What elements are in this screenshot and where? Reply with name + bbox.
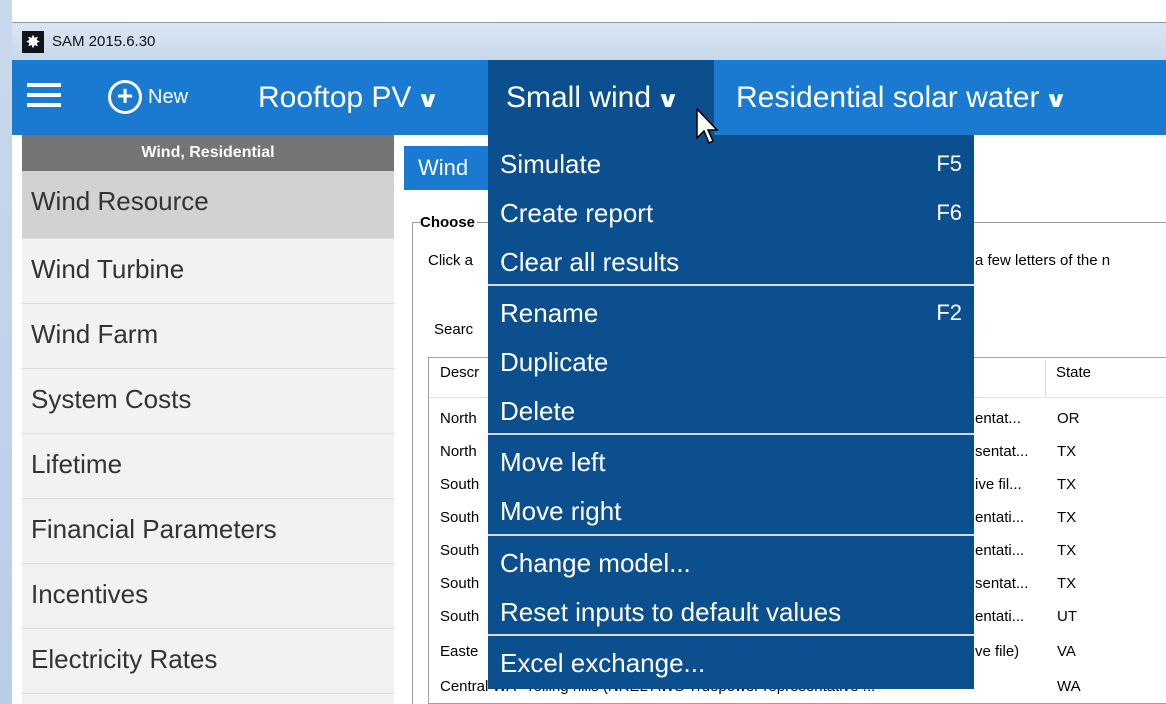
- menu-item-change-model[interactable]: Change model...: [500, 539, 962, 587]
- menu-separator: [488, 433, 974, 435]
- menu-item-label: Clear all results: [500, 247, 680, 277]
- menu-item-duplicate[interactable]: Duplicate: [500, 338, 962, 386]
- menu-item-create-report[interactable]: Create report F6: [500, 189, 962, 237]
- new-case-button[interactable]: + New: [108, 80, 188, 114]
- row-state: TX: [1057, 443, 1077, 460]
- row-state: TX: [1057, 476, 1077, 493]
- tab-residential-solar-water-label: Residential solar water: [736, 81, 1040, 114]
- row-description: North: [440, 443, 477, 460]
- tab-wind-resource-page[interactable]: Wind: [404, 146, 494, 190]
- group-title: Choose: [420, 214, 478, 231]
- row-description: Easte: [440, 643, 479, 660]
- menu-item-move-left[interactable]: Move left: [500, 438, 962, 486]
- plus-circle-icon: +: [108, 80, 142, 114]
- hamburger-menu-icon[interactable]: [27, 83, 61, 111]
- sidebar-item-system-costs[interactable]: System Costs: [22, 369, 394, 434]
- menu-item-excel-exchange[interactable]: Excel exchange...: [500, 639, 962, 687]
- row-description: South: [440, 608, 480, 625]
- sidebar-item-wind-resource[interactable]: Wind Resource: [22, 171, 394, 239]
- tab-rooftop-pv-label: Rooftop PV: [258, 81, 412, 114]
- menu-item-label: Move left: [500, 447, 606, 477]
- menu-shortcut: F2: [936, 300, 962, 325]
- mouse-cursor-icon: [696, 108, 719, 145]
- menu-item-label: Reset inputs to default values: [500, 597, 842, 627]
- row-description-tail: entat...: [975, 410, 1021, 427]
- menu-separator: [488, 634, 974, 636]
- title-bar: [12, 22, 1166, 60]
- row-description-tail: ive fil...: [975, 476, 1022, 493]
- menu-separator: [488, 284, 974, 286]
- row-description-tail: entati...: [975, 509, 1025, 526]
- new-case-label: New: [148, 85, 189, 108]
- menu-item-delete[interactable]: Delete: [500, 387, 962, 435]
- instruction-text: Click a: [428, 252, 474, 269]
- sidebar-item-lifetime[interactable]: Lifetime: [22, 434, 394, 499]
- menu-item-label: Rename: [500, 298, 599, 328]
- window-title: SAM 2015.6.30: [52, 33, 156, 50]
- menu-item-rename[interactable]: Rename F2: [500, 289, 962, 337]
- tab-rooftop-pv[interactable]: Rooftop PV ∨: [258, 60, 440, 135]
- sidebar-header: Wind, Residential: [22, 135, 394, 171]
- row-state: OR: [1057, 410, 1080, 427]
- row-description-tail: sentat...: [975, 575, 1029, 592]
- chevron-down-icon: ∨: [656, 87, 680, 112]
- row-description: South: [440, 542, 480, 559]
- menu-shortcut: F5: [936, 151, 962, 176]
- column-header-description[interactable]: Descr: [440, 364, 479, 381]
- menu-item-reset-inputs[interactable]: Reset inputs to default values: [500, 588, 962, 636]
- row-state: UT: [1057, 608, 1077, 625]
- tab-small-wind-label: Small wind: [506, 81, 652, 114]
- row-description-tail: ve file): [975, 643, 1020, 660]
- window-frame-left: [0, 0, 12, 704]
- menu-item-label: Simulate: [500, 149, 602, 179]
- sidebar-item-incentives[interactable]: Incentives: [22, 564, 394, 629]
- sidebar-item-wind-turbine[interactable]: Wind Turbine: [22, 239, 394, 304]
- menu-item-label: Delete: [500, 396, 576, 426]
- column-header-state[interactable]: State: [1056, 364, 1091, 381]
- menu-item-move-right[interactable]: Move right: [500, 487, 962, 535]
- row-description: North: [440, 410, 477, 427]
- instruction-text-right: a few letters of the n: [975, 252, 1111, 269]
- row-description-tail: sentat...: [975, 443, 1029, 460]
- row-description: South: [440, 476, 480, 493]
- column-divider: [1045, 360, 1046, 398]
- menu-separator: [488, 534, 974, 536]
- menu-item-simulate[interactable]: Simulate F5: [500, 140, 962, 188]
- row-state: TX: [1057, 509, 1077, 526]
- menu-item-label: Excel exchange...: [500, 648, 706, 678]
- menu-shortcut: F6: [936, 200, 962, 225]
- tab-small-wind[interactable]: Small wind ∨: [488, 60, 714, 135]
- search-label: Searc: [434, 321, 474, 338]
- menu-item-label: Change model...: [500, 548, 691, 578]
- sidebar-item-electricity-rates[interactable]: Electricity Rates: [22, 629, 394, 694]
- row-state: TX: [1057, 542, 1077, 559]
- row-description-tail: entati...: [975, 608, 1025, 625]
- row-description: South: [440, 575, 480, 592]
- chevron-down-icon: ∨: [416, 87, 440, 112]
- tab-residential-solar-water[interactable]: Residential solar water ∨: [736, 60, 1069, 135]
- row-state: WA: [1057, 678, 1081, 695]
- row-state: TX: [1057, 575, 1077, 592]
- sun-icon: ✸: [22, 31, 44, 53]
- menu-item-label: Create report: [500, 198, 654, 228]
- sidebar-item-financial-parameters[interactable]: Financial Parameters: [22, 499, 394, 564]
- menu-item-clear-all-results[interactable]: Clear all results: [500, 238, 962, 286]
- row-description: South: [440, 509, 480, 526]
- sidebar-item-wind-farm[interactable]: Wind Farm: [22, 304, 394, 369]
- row-state: VA: [1057, 643, 1076, 660]
- menu-item-label: Move right: [500, 496, 622, 526]
- sidebar: Wind, Residential Wind Resource Wind Tur…: [22, 135, 394, 704]
- chevron-down-icon: ∨: [1044, 87, 1069, 112]
- menu-item-label: Duplicate: [500, 347, 609, 377]
- row-description-tail: entati...: [975, 542, 1025, 559]
